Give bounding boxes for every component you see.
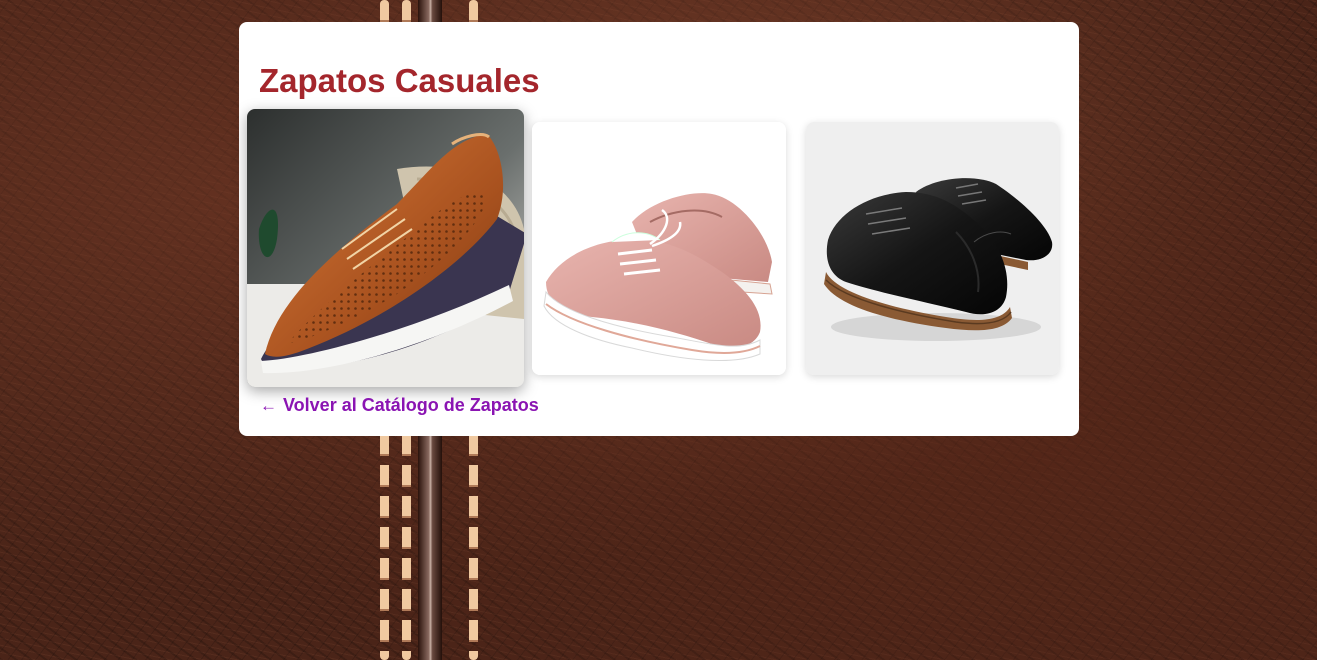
black-cap-toe-oxford-shoes-icon xyxy=(806,122,1059,375)
back-to-catalog-link[interactable]: ← Volver al Catálogo de Zapatos xyxy=(260,395,539,416)
back-arrow-icon: ← xyxy=(260,395,277,415)
page-title: Zapatos Casuales xyxy=(259,62,540,99)
pink-platform-oxford-shoe-icon xyxy=(532,122,786,375)
back-link-label: Volver al Catálogo de Zapatos xyxy=(283,395,539,415)
content-card: Zapatos Casuales ← Volver al Catálogo de… xyxy=(239,22,1079,436)
shoe-image-tile[interactable] xyxy=(247,109,524,387)
shoe-image-tile[interactable] xyxy=(806,122,1059,375)
shoe-image-tile[interactable] xyxy=(532,122,786,375)
brown-perforated-casual-shoe-icon xyxy=(247,109,524,387)
